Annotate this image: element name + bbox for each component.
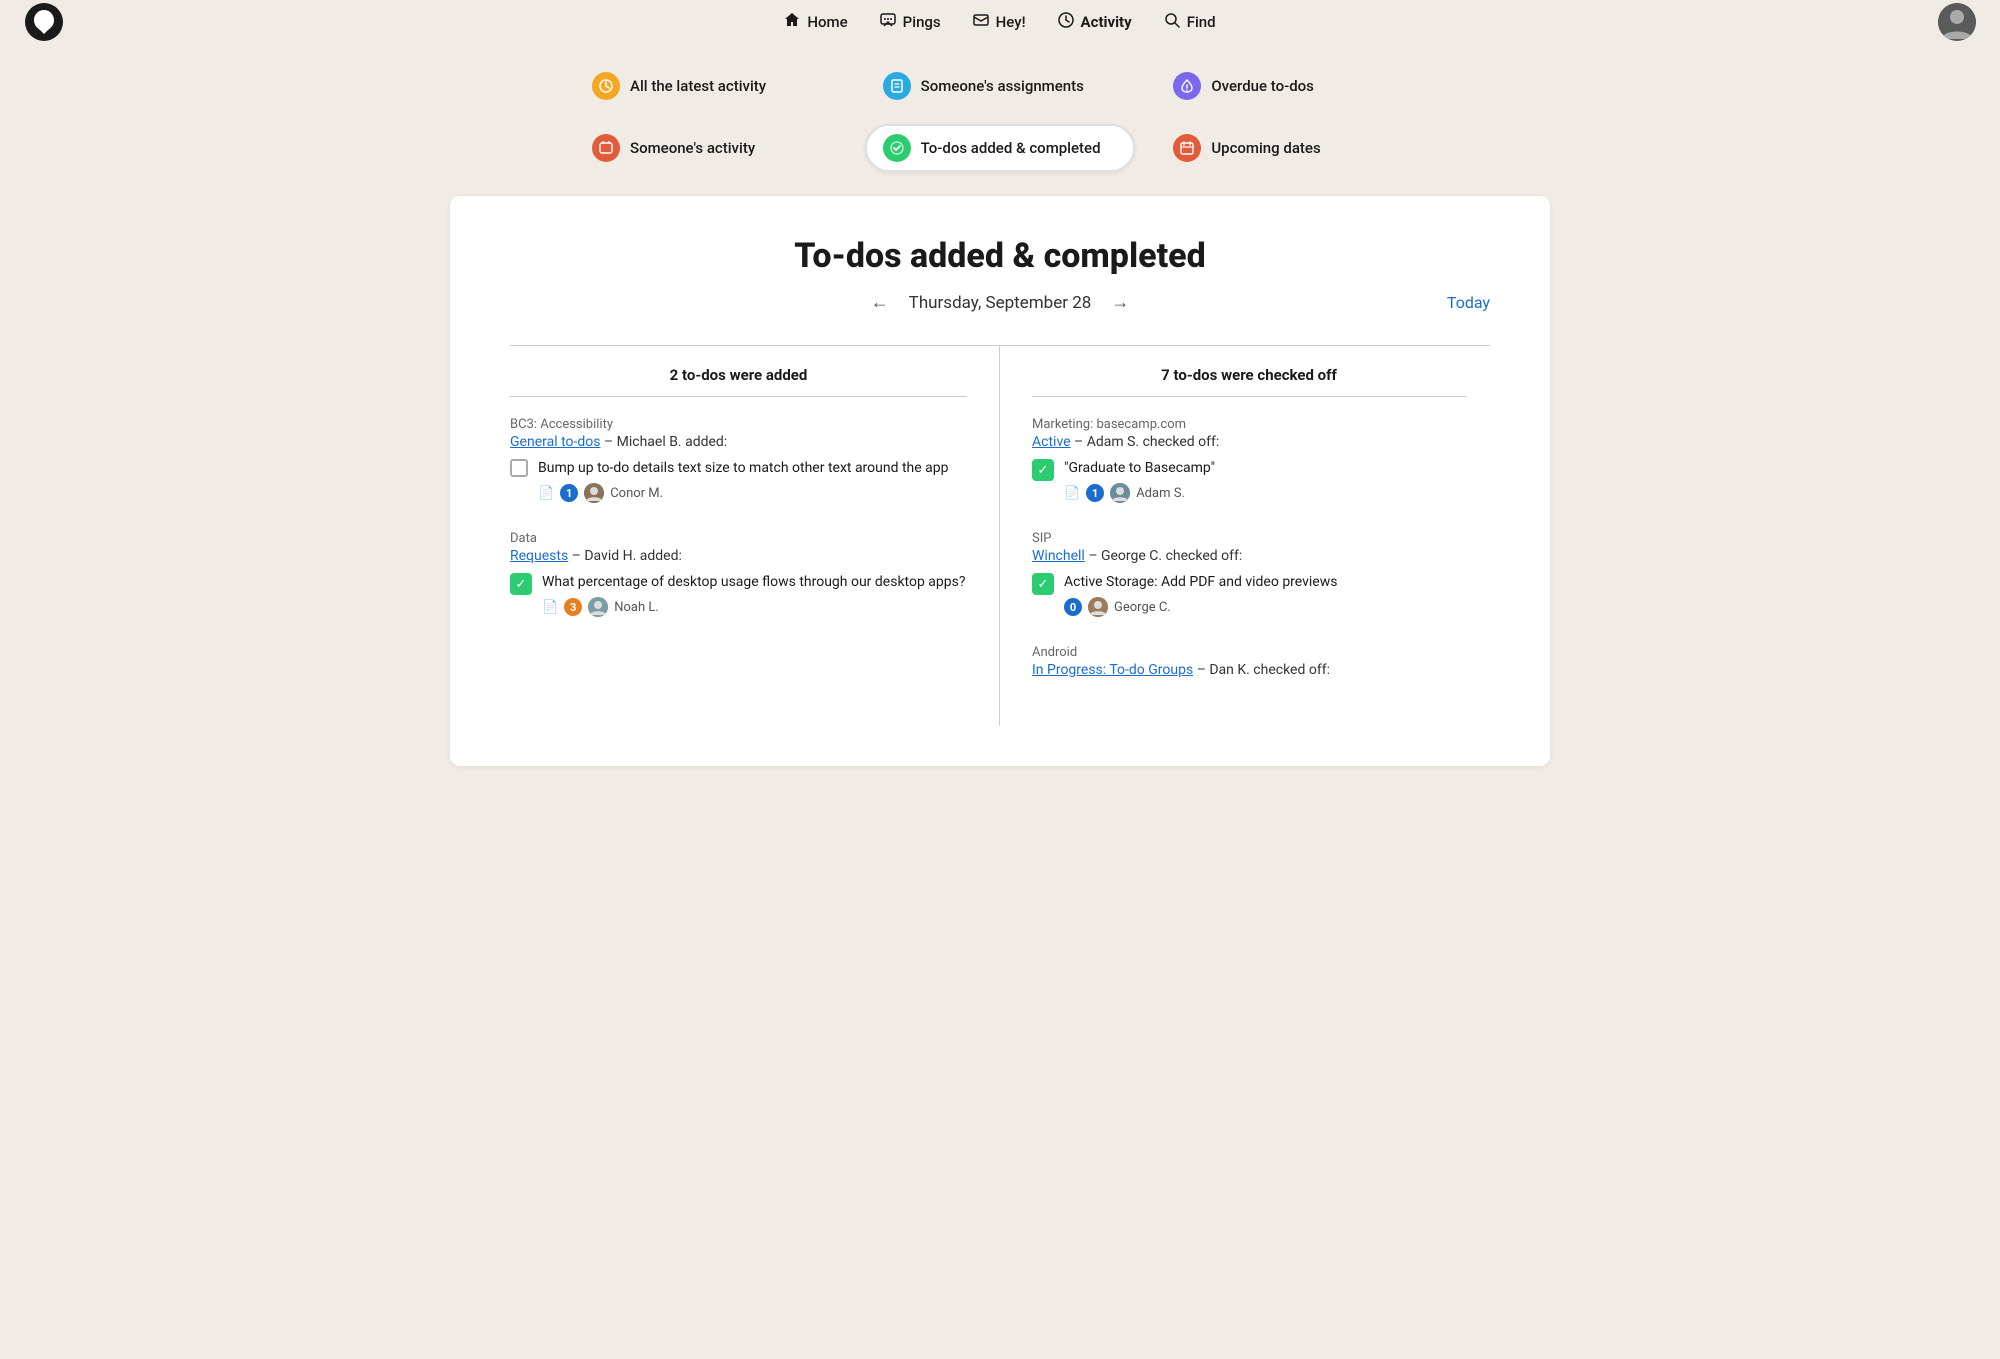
r-project-label-1: SIP [1032, 531, 1466, 546]
entry-title-0: General to-dos – Michael B. added: [510, 434, 967, 450]
nav-hey[interactable]: Hey! [973, 12, 1026, 32]
r-count-badge-1: 0 [1064, 598, 1082, 616]
todos-icon [883, 134, 911, 162]
r-todo-item-1: ✓ Active Storage: Add PDF and video prev… [1032, 572, 1466, 617]
overdue-icon [1173, 72, 1201, 100]
date-nav: ← Thursday, September 28 → Today [510, 292, 1490, 313]
sub-nav-overdue[interactable]: Overdue to-dos [1155, 62, 1426, 110]
right-entry-1: SIP Winchell – George C. checked off: ✓ … [1032, 531, 1466, 617]
r-todo-meta-0: 📄 1 Adam S. [1064, 483, 1215, 503]
r-meta-name-1: George C. [1114, 600, 1171, 615]
count-badge-1: 3 [564, 598, 582, 616]
home-icon [784, 12, 800, 32]
col-left: 2 to-dos were added BC3: Accessibility G… [510, 346, 1000, 726]
page-title: To-dos added & completed [510, 236, 1490, 276]
date-label: Thursday, September 28 [909, 293, 1092, 313]
meta-avatar-1 [588, 597, 608, 617]
sub-nav-assignments[interactable]: Someone's assignments [865, 62, 1136, 110]
hey-icon [973, 12, 989, 32]
r-project-label-2: Android [1032, 645, 1466, 660]
todo-meta-0: 📄 1 Conor M. [538, 483, 949, 503]
r-entry-title-2: In Progress: To-do Groups – Dan K. check… [1032, 662, 1466, 678]
meta-avatar-0 [584, 483, 604, 503]
meta-name-1: Noah L. [614, 600, 659, 615]
nav-activity[interactable]: Activity [1058, 12, 1132, 32]
someones-icon [592, 134, 620, 162]
todo-text-0: Bump up to-do details text size to match… [538, 458, 949, 479]
r-entry-link-0[interactable]: Active [1032, 434, 1071, 450]
left-entry-0: BC3: Accessibility General to-dos – Mich… [510, 417, 967, 503]
prev-date-button[interactable]: ← [871, 292, 889, 313]
user-avatar[interactable] [1938, 3, 1976, 41]
find-icon [1164, 12, 1180, 32]
left-entry-1: Data Requests – David H. added: ✓ What p… [510, 531, 967, 617]
r-todo-item-0: ✓ "Graduate to Basecamp" 📄 1 Adam S. [1032, 458, 1466, 503]
r-meta-avatar-0 [1110, 483, 1130, 503]
todo-item-0: Bump up to-do details text size to match… [510, 458, 967, 503]
checkbox-empty-0[interactable] [510, 459, 528, 477]
today-link[interactable]: Today [1447, 293, 1490, 312]
r-entry-title-0: Active – Adam S. checked off: [1032, 434, 1466, 450]
r-meta-avatar-1 [1088, 597, 1108, 617]
main-content: To-dos added & completed ← Thursday, Sep… [450, 196, 1550, 766]
r-entry-link-2[interactable]: In Progress: To-do Groups [1032, 662, 1193, 678]
r-doc-icon-0: 📄 [1064, 486, 1080, 501]
top-nav: Home Pings Hey! Activity Find [0, 0, 2000, 44]
next-date-button[interactable]: → [1111, 292, 1129, 313]
r-todo-meta-1: 0 George C. [1064, 597, 1337, 617]
project-label-1: Data [510, 531, 967, 546]
todo-meta-1: 📄 3 Noah L. [542, 597, 965, 617]
sub-nav: All the latest activity Someone's assign… [550, 62, 1450, 172]
assignments-icon [883, 72, 911, 100]
sub-nav-todos[interactable]: To-dos added & completed [865, 124, 1136, 172]
nav-home[interactable]: Home [784, 12, 847, 32]
latest-icon [592, 72, 620, 100]
nav-pings[interactable]: Pings [880, 12, 941, 32]
project-label-0: BC3: Accessibility [510, 417, 967, 432]
columns-wrapper: 2 to-dos were added BC3: Accessibility G… [510, 345, 1490, 726]
todo-text-1: What percentage of desktop usage flows t… [542, 572, 965, 593]
r-count-badge-0: 1 [1086, 484, 1104, 502]
col-left-header: 2 to-dos were added [510, 366, 967, 397]
r-entry-title-1: Winchell – George C. checked off: [1032, 548, 1466, 564]
r-meta-name-0: Adam S. [1136, 486, 1185, 501]
r-todo-text-1: Active Storage: Add PDF and video previe… [1064, 572, 1337, 593]
col-right: 7 to-dos were checked off Marketing: bas… [1000, 346, 1490, 726]
entry-link-1[interactable]: Requests [510, 548, 568, 564]
meta-name-0: Conor M. [610, 486, 663, 501]
count-badge-0: 1 [560, 484, 578, 502]
checkbox-checked-1[interactable]: ✓ [510, 573, 532, 595]
pings-icon [880, 12, 896, 32]
doc-icon-1: 📄 [542, 600, 558, 615]
sub-nav-latest[interactable]: All the latest activity [574, 62, 845, 110]
right-entry-0: Marketing: basecamp.com Active – Adam S.… [1032, 417, 1466, 503]
activity-icon [1058, 12, 1074, 32]
r-entry-link-1[interactable]: Winchell [1032, 548, 1085, 564]
right-entry-2: Android In Progress: To-do Groups – Dan … [1032, 645, 1466, 678]
entry-link-0[interactable]: General to-dos [510, 434, 600, 450]
r-checkbox-0[interactable]: ✓ [1032, 459, 1054, 481]
col-right-header: 7 to-dos were checked off [1032, 366, 1466, 397]
sub-nav-upcoming[interactable]: Upcoming dates [1155, 124, 1426, 172]
entry-title-1: Requests – David H. added: [510, 548, 967, 564]
todo-item-1: ✓ What percentage of desktop usage flows… [510, 572, 967, 617]
r-checkbox-1[interactable]: ✓ [1032, 573, 1054, 595]
nav-find[interactable]: Find [1164, 12, 1216, 32]
r-todo-text-0: "Graduate to Basecamp" [1064, 458, 1215, 479]
nav-items: Home Pings Hey! Activity Find [784, 12, 1215, 32]
upcoming-icon [1173, 134, 1201, 162]
r-project-label-0: Marketing: basecamp.com [1032, 417, 1466, 432]
doc-icon-0: 📄 [538, 486, 554, 501]
nav-logo[interactable] [24, 2, 64, 42]
sub-nav-someones[interactable]: Someone's activity [574, 124, 845, 172]
